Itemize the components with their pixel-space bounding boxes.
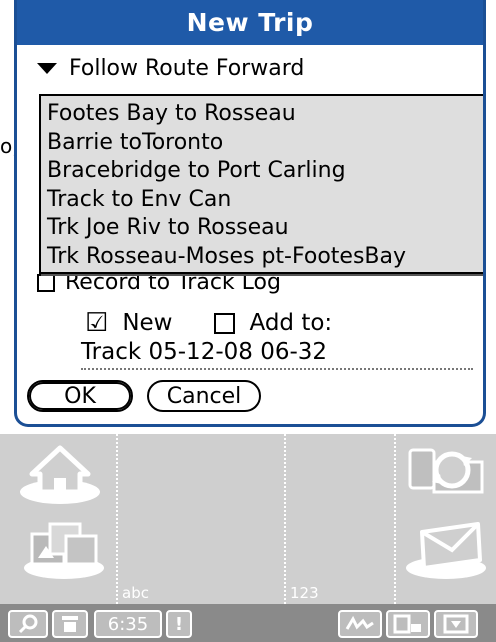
- add-to-checkbox[interactable]: [214, 312, 236, 334]
- home-icon[interactable]: [18, 440, 102, 510]
- new-label: New: [122, 310, 173, 336]
- find-icon: [18, 614, 38, 634]
- route-list-popup: Footes Bay to Rosseau Barrie toToronto B…: [39, 94, 483, 274]
- graffiti-area[interactable]: abc 123: [0, 434, 496, 604]
- graffiti-icon: [345, 615, 374, 630]
- track-options-row: ☑ New Add to:: [85, 306, 332, 340]
- route-list-item[interactable]: Barrie toToronto: [47, 129, 483, 158]
- alert-button[interactable]: !: [166, 610, 192, 638]
- status-bar: 6:35 !: [0, 604, 496, 642]
- menu-button[interactable]: [52, 610, 88, 638]
- input-toggle-button[interactable]: [386, 610, 430, 638]
- ok-button[interactable]: OK: [27, 380, 133, 412]
- dismiss-icon: [443, 614, 469, 634]
- clock-time: 6:35: [107, 613, 149, 635]
- add-to-label: Add to:: [249, 310, 333, 336]
- new-checkbox-checked[interactable]: ☑: [85, 310, 108, 336]
- triangle-down-icon: [37, 62, 57, 74]
- graffiti-divider: [284, 434, 286, 604]
- record-checkbox[interactable]: [37, 273, 55, 292]
- menu-icon: [62, 616, 78, 632]
- dialog-title: New Trip: [186, 8, 314, 37]
- input-toggle-icon: [393, 614, 421, 634]
- sync-icon[interactable]: [404, 440, 488, 510]
- dismiss-button[interactable]: [434, 610, 478, 638]
- route-list-item[interactable]: Bracebridge to Port Carling: [47, 157, 483, 186]
- route-mode-label: Follow Route Forward: [69, 55, 305, 81]
- graffiti-123-label: 123: [290, 584, 319, 602]
- route-list-item[interactable]: Footes Bay to Rosseau: [47, 100, 483, 129]
- dialog-title-bar: New Trip: [17, 0, 483, 45]
- route-list-item[interactable]: Trk Rosseau-Moses pt-FootesBay: [47, 243, 483, 272]
- graffiti-toggle-button[interactable]: [338, 610, 382, 638]
- cancel-button[interactable]: Cancel: [147, 380, 261, 412]
- alert-icon: !: [174, 613, 184, 635]
- route-list-item[interactable]: Track to Env Can: [47, 186, 483, 215]
- applications-icon[interactable]: [22, 518, 106, 584]
- graffiti-abc-label: abc: [122, 584, 149, 602]
- route-mode-trigger[interactable]: Follow Route Forward: [37, 50, 304, 86]
- route-list-item[interactable]: Trk Joe Riv to Rosseau: [47, 214, 483, 243]
- clock-display[interactable]: 6:35: [94, 610, 162, 638]
- graffiti-divider: [116, 434, 118, 604]
- find-button[interactable]: [8, 610, 48, 638]
- track-name-field[interactable]: Track 05-12-08 06-32: [81, 336, 473, 370]
- mail-icon[interactable]: [404, 518, 488, 584]
- graffiti-divider: [394, 434, 396, 604]
- new-trip-dialog: New Trip Follow Route Forward Record to …: [14, 0, 486, 427]
